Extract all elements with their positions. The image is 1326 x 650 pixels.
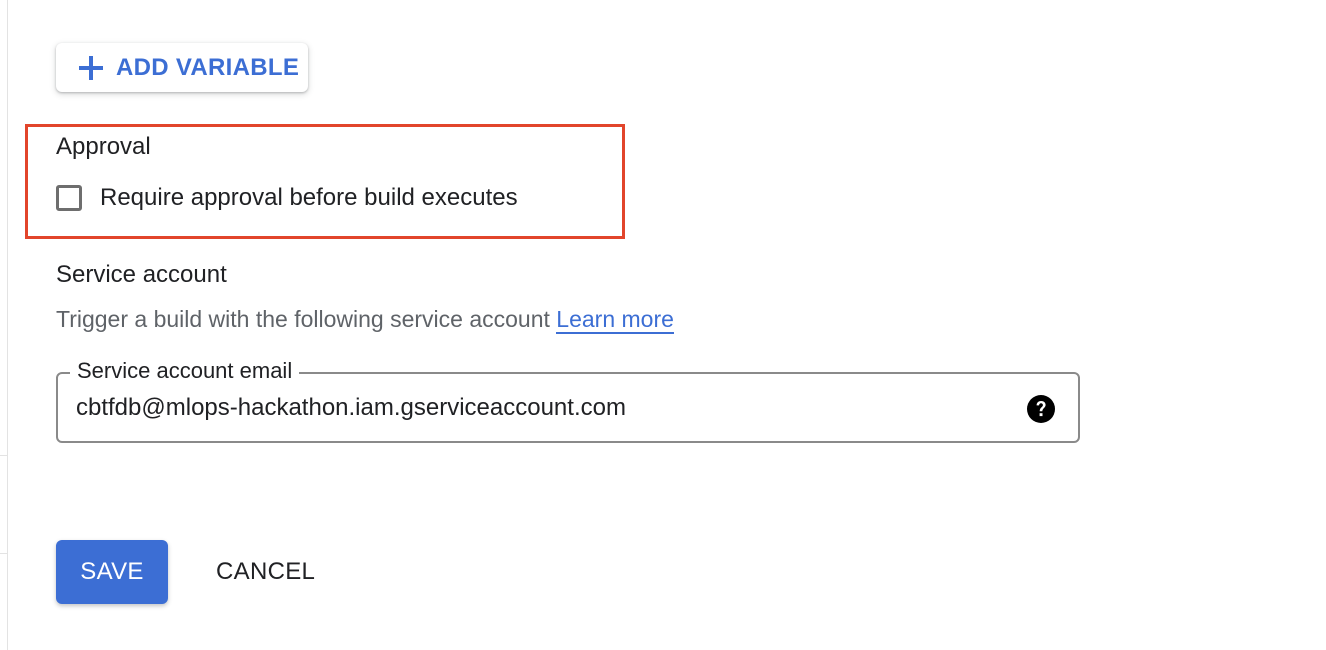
- service-account-description: Trigger a build with the following servi…: [56, 306, 674, 334]
- help-circle-icon[interactable]: [1026, 394, 1056, 424]
- left-divider-tick: [0, 553, 8, 554]
- require-approval-checkbox[interactable]: [56, 185, 82, 211]
- approval-title: Approval: [56, 133, 151, 160]
- add-variable-label: ADD VARIABLE: [116, 53, 300, 81]
- service-account-email-input[interactable]: [76, 394, 976, 422]
- require-approval-checkbox-row[interactable]: Require approval before build executes: [56, 184, 518, 212]
- save-button[interactable]: SAVE: [56, 540, 168, 604]
- plus-icon: [79, 55, 103, 80]
- left-divider-tick: [0, 455, 8, 456]
- cancel-button[interactable]: CANCEL: [200, 540, 331, 604]
- service-account-email-label: Service account email: [70, 358, 300, 384]
- service-account-title: Service account: [56, 261, 227, 288]
- service-account-description-text: Trigger a build with the following servi…: [56, 306, 550, 332]
- require-approval-label: Require approval before build executes: [100, 184, 518, 211]
- add-variable-button[interactable]: ADD VARIABLE: [56, 43, 308, 92]
- service-account-email-field[interactable]: Service account email: [56, 358, 1080, 443]
- learn-more-link[interactable]: Learn more: [556, 306, 674, 334]
